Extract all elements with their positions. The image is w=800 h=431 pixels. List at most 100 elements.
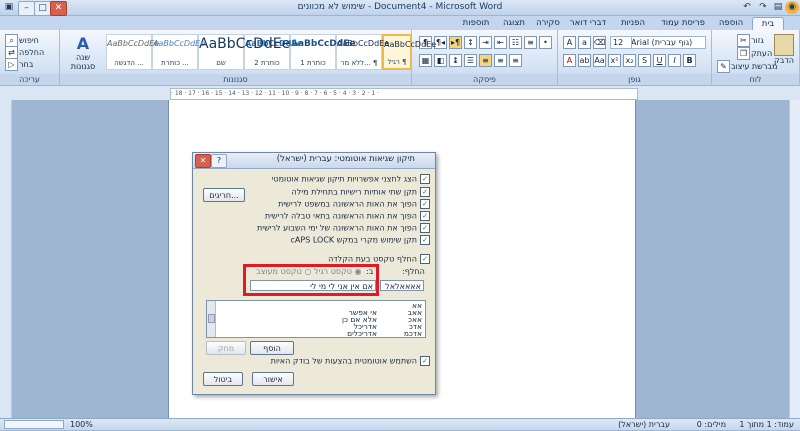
tab-insert[interactable]: הוספה: [712, 17, 750, 30]
option-use-suggestions[interactable]: ✓השתמש אוטומטית בהצעות של בודק האיות: [271, 356, 430, 366]
tab-view[interactable]: תצוגה: [498, 17, 530, 30]
option-show-buttons[interactable]: ✓הצג לחצני אפשרויות תיקון שגיאות אוטומטי: [272, 174, 430, 184]
style-name: שם: [216, 59, 226, 67]
grow-font-icons[interactable]: Aa ⌫: [562, 36, 607, 49]
checkbox[interactable]: ✓: [420, 235, 430, 245]
list-scrollbar[interactable]: [207, 301, 216, 337]
checkbox[interactable]: ✓: [420, 254, 430, 264]
add-button[interactable]: הוסף: [250, 341, 294, 355]
find-label: חיפוש: [19, 36, 39, 45]
option-capitalize-days[interactable]: ✓הפוך את האות הראשונה של ימי השבוע לרישי…: [257, 223, 430, 233]
style-name: כותרת ...: [161, 59, 189, 67]
status-page[interactable]: עמוד: 1 מתוך 1: [739, 419, 794, 431]
save-icon[interactable]: ▤: [771, 1, 785, 14]
highlight-annotation-box: [243, 264, 379, 296]
underline-icon: U: [653, 54, 666, 67]
paragraph-group-label: פיסקה: [412, 74, 557, 85]
change-styles-button[interactable]: A שנה סגנונות: [64, 34, 102, 71]
option-capitalize-table-cells[interactable]: ✓הפוך את האות הראשונה בתאי טבלה לרישית: [265, 211, 430, 221]
numbering-icon: ≡: [524, 36, 537, 49]
multilevel-list-icon: ☷: [509, 36, 522, 49]
styles-group-label: סגנונות: [60, 74, 411, 85]
tab-home[interactable]: בית: [752, 17, 784, 31]
undo-icon[interactable]: ↶: [740, 1, 754, 14]
cut-button[interactable]: ✂ גזור: [736, 34, 764, 47]
option-label: הפוך את האות הראשונה של ימי השבוע לרישית: [257, 223, 417, 233]
cut-label: גזור: [751, 36, 764, 45]
delete-button[interactable]: מחק: [206, 341, 246, 355]
office-logo-icon[interactable]: ◉: [785, 1, 799, 14]
option-replace-as-you-type[interactable]: ✓החלף טקסט בעת הקלדה: [328, 254, 430, 264]
checkbox[interactable]: ✓: [420, 211, 430, 221]
copy-icon: ❐: [737, 47, 750, 60]
tab-references[interactable]: הפניות: [612, 17, 654, 30]
checkbox[interactable]: ✓: [420, 174, 430, 184]
font-name-combo[interactable]: Arial (גוף עברית): [628, 36, 706, 49]
dialog-close-button[interactable]: ✕: [195, 154, 211, 168]
borders-icon: ▦: [419, 54, 432, 67]
option-label: השתמש אוטומטית בהצעות של בודק האיות: [270, 356, 417, 366]
zoom-level[interactable]: 100%: [70, 419, 93, 431]
option-two-initial-caps[interactable]: ✓תקן שתי אותיות רישיות בתחילת מילה: [292, 187, 430, 197]
vertical-ruler[interactable]: [0, 100, 12, 418]
redo-icon[interactable]: ↷: [756, 1, 770, 14]
bold-icon: B: [683, 54, 696, 67]
replace-input[interactable]: אאאאלאל: [380, 280, 424, 291]
ok-button[interactable]: אישור: [252, 372, 294, 386]
align-left-icon: ≡: [509, 54, 522, 67]
tab-page-layout[interactable]: פריסת עמוד: [656, 17, 710, 30]
strike-icon: S: [638, 54, 651, 67]
format-painter-button[interactable]: ✎ מברשת עיצוב: [716, 60, 777, 73]
style-name: כותרת 1: [300, 59, 326, 67]
select-button[interactable]: ▷ בחר: [4, 58, 33, 71]
zoom-slider[interactable]: [4, 420, 64, 429]
tab-mailings[interactable]: דברי דואר: [566, 17, 610, 30]
font-group-label: גופן: [558, 74, 711, 85]
checkbox[interactable]: ✓: [420, 356, 430, 366]
paragraph-row2[interactable]: ▦ ◧ ↨ ☰ ≡ ≡ ≡: [418, 54, 523, 67]
indent-icon: ⇥: [479, 36, 492, 49]
option-label: החלף טקסט בעת הקלדה: [328, 254, 417, 264]
style-tile-emphasis[interactable]: AaBbCcDdEe הדגשה ...: [106, 34, 160, 70]
shading-icon: ◧: [434, 54, 447, 67]
status-language[interactable]: עברית (ישראל): [618, 419, 670, 431]
shrink-font-icon: a: [578, 36, 591, 49]
vertical-scrollbar[interactable]: [789, 100, 800, 418]
select-icon: ▷: [5, 58, 18, 71]
status-bar: עמוד: 1 מתוך 1 מילים: 0 עברית (ישראל) 10…: [0, 418, 800, 430]
ltr-icon: ▸¶: [449, 36, 462, 49]
subscript-icon: x₂: [623, 54, 636, 67]
font-size-combo[interactable]: 12: [610, 36, 632, 49]
autocorrect-list[interactable]: אא אאב אי אפשר אאכ אלא אם כן אדכ אדריכל אדכ…: [206, 300, 426, 338]
font-color-icon: A: [563, 54, 576, 67]
scroll-thumb[interactable]: [208, 314, 215, 323]
option-label: הפוך את האות הראשונה במשפט לרישית: [278, 199, 417, 209]
dialog-help-button[interactable]: ?: [211, 154, 227, 168]
clipboard-group-label: לוח: [712, 74, 799, 85]
checkbox[interactable]: ✓: [420, 187, 430, 197]
dialog-title-bar: תיקון שגיאות אוטומטי: עברית (ישראל) ✕ ?: [193, 153, 435, 169]
change-styles-icon: A: [76, 34, 90, 53]
style-name: רגיל ¶: [387, 58, 407, 66]
tab-addins[interactable]: תוספות: [456, 17, 496, 30]
superscript-icon: x²: [608, 54, 621, 67]
horizontal-ruler[interactable]: · 18 · 17 · 16 · 15 · 14 · 13 · 12 · 11 …: [0, 86, 800, 100]
paragraph-row1[interactable]: ¶ ¶◂ ▸¶ ↕ ⇥ ⇤ ☷ ≡ •: [418, 36, 553, 49]
ribbon: הדבק ✂ גזור ❐ העתק ✎ מברשת עיצוב לוח Arial …: [0, 30, 800, 85]
copy-button[interactable]: ❐ העתק: [736, 47, 772, 60]
checkbox[interactable]: ✓: [420, 223, 430, 233]
tab-review[interactable]: סקירה: [532, 17, 564, 30]
select-label: בחר: [19, 60, 34, 69]
option-caps-lock[interactable]: ✓תקן שימוש מקרי במקש cAPS LOCK: [291, 235, 430, 245]
cancel-button[interactable]: ביטול: [203, 372, 243, 386]
sort-icon: ↕: [464, 36, 477, 49]
exceptions-button[interactable]: חריגים...: [203, 188, 245, 202]
change-case-icon: Aa: [593, 54, 606, 67]
status-words[interactable]: מילים: 0: [697, 419, 726, 431]
font-format-icons[interactable]: Aab Aa x² x₂ S U I B: [562, 54, 697, 67]
checkbox[interactable]: ✓: [420, 199, 430, 209]
option-capitalize-sentence[interactable]: ✓הפוך את האות הראשונה במשפט לרישית: [278, 199, 430, 209]
list-item[interactable]: אדכמ אדריכלים: [207, 330, 425, 338]
outdent-icon: ⇤: [494, 36, 507, 49]
style-sample: AaBbCcDdEe: [107, 39, 160, 48]
